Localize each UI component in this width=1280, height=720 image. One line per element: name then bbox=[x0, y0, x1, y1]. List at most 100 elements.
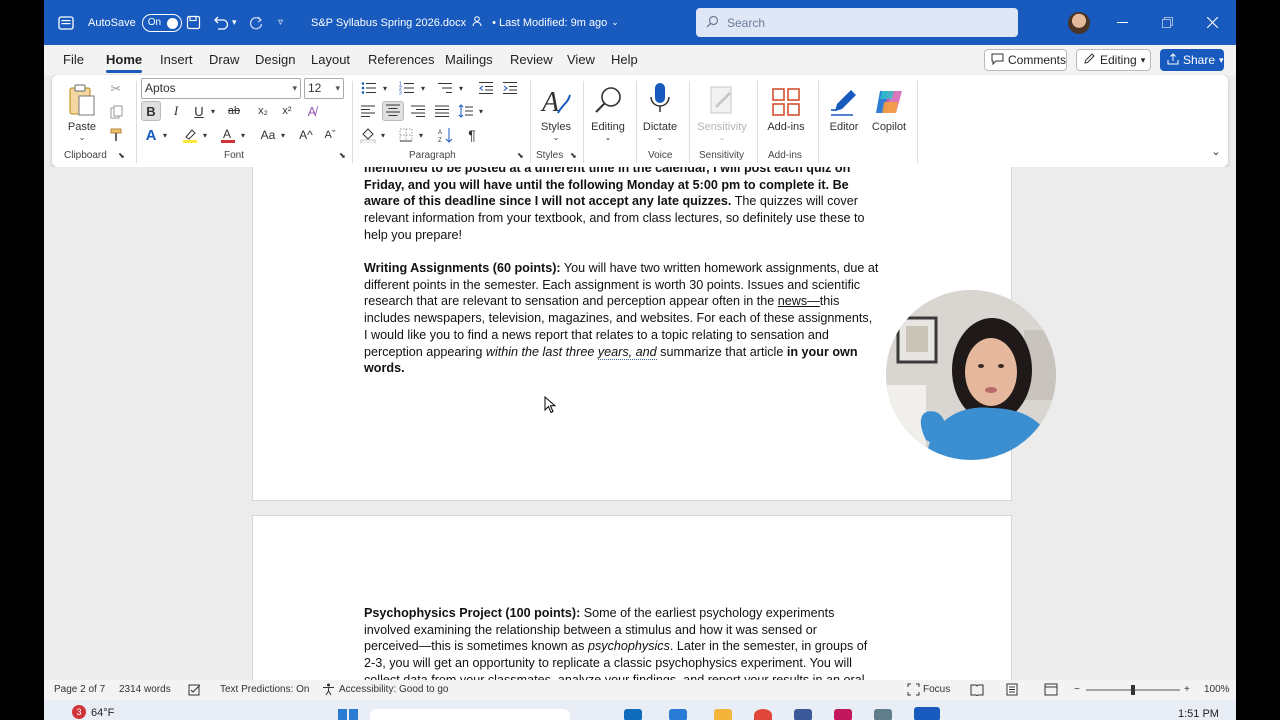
bold-button[interactable]: B bbox=[141, 101, 161, 121]
shading-icon[interactable] bbox=[358, 125, 378, 145]
chevron-down-icon[interactable]: ▾ bbox=[200, 125, 210, 145]
customize-qat-icon[interactable]: ▿ bbox=[278, 0, 283, 45]
addins-button[interactable]: Add-ins bbox=[762, 79, 810, 133]
clear-formatting-icon[interactable]: A̸ bbox=[302, 101, 322, 121]
minimize-icon[interactable] bbox=[1100, 0, 1145, 45]
focus-mode-label[interactable]: Focus bbox=[923, 680, 950, 700]
last-modified[interactable]: • Last Modified: 9m ago bbox=[492, 17, 607, 29]
copilot-button[interactable]: Copilot bbox=[866, 79, 912, 133]
page-count[interactable]: Page 2 of 7 bbox=[54, 680, 105, 700]
align-center-button[interactable] bbox=[382, 101, 404, 121]
multilevel-list-icon[interactable] bbox=[434, 78, 456, 98]
sensitivity-button[interactable]: Sensitivity ⌄ bbox=[692, 79, 752, 142]
editing-button[interactable]: Editing ⌄ bbox=[586, 79, 630, 142]
tab-layout[interactable]: Layout bbox=[311, 45, 350, 75]
paragraph-psychophysics-project[interactable]: Psychophysics Project (100 points): Some… bbox=[364, 605, 904, 680]
weather-temperature[interactable]: 64°F bbox=[91, 707, 114, 719]
dictate-button[interactable]: Dictate ⌄ bbox=[640, 79, 680, 142]
taskbar-app-icon[interactable] bbox=[669, 709, 687, 720]
taskbar-search[interactable] bbox=[370, 709, 570, 720]
document-canvas[interactable]: mentioned to be posted at a different ti… bbox=[44, 167, 1236, 680]
zoom-out-icon[interactable]: − bbox=[1074, 680, 1080, 700]
align-left-icon[interactable] bbox=[358, 101, 378, 121]
share-button[interactable]: Share ▾ bbox=[1160, 49, 1224, 71]
print-layout-icon[interactable] bbox=[1006, 680, 1018, 700]
chevron-down-icon[interactable]: ▾ bbox=[416, 125, 426, 145]
tab-mailings[interactable]: Mailings bbox=[445, 45, 493, 75]
redo-icon[interactable] bbox=[248, 0, 264, 45]
taskbar-app-icon[interactable] bbox=[714, 709, 732, 720]
show-formatting-icon[interactable]: ¶ bbox=[462, 125, 482, 145]
comments-button[interactable]: Comments bbox=[984, 49, 1067, 71]
web-layout-icon[interactable] bbox=[1044, 680, 1058, 700]
italic-icon[interactable]: I bbox=[166, 101, 186, 121]
underline-icon[interactable]: U bbox=[189, 101, 209, 121]
chevron-down-icon[interactable]: ⌄ bbox=[79, 133, 86, 142]
copy-icon[interactable] bbox=[106, 102, 126, 122]
collapse-ribbon-icon[interactable]: ⌄ bbox=[1208, 143, 1224, 159]
chevron-down-icon[interactable]: ▾ bbox=[208, 101, 218, 121]
taskbar-word-icon[interactable] bbox=[914, 707, 940, 720]
numbering-icon[interactable]: 123 bbox=[396, 78, 418, 98]
account-avatar[interactable] bbox=[1068, 12, 1090, 34]
format-painter-icon[interactable] bbox=[106, 125, 126, 145]
tab-references[interactable]: References bbox=[368, 45, 434, 75]
chevron-down-icon[interactable]: ▾ bbox=[380, 78, 390, 98]
paragraph-quizzes[interactable]: mentioned to be posted at a different ti… bbox=[364, 167, 904, 244]
proofing-icon[interactable] bbox=[188, 680, 204, 700]
dialog-launcher-icon[interactable]: ⬊ bbox=[339, 151, 346, 160]
clock-time[interactable]: 1:51 PM bbox=[1178, 708, 1219, 720]
tab-insert[interactable]: Insert bbox=[160, 45, 193, 75]
superscript-icon[interactable]: x² bbox=[276, 101, 298, 121]
decrease-indent-icon[interactable] bbox=[476, 78, 496, 98]
line-spacing-icon[interactable] bbox=[456, 101, 476, 121]
word-app-icon[interactable] bbox=[58, 0, 74, 45]
paste-button[interactable]: Paste ⌄ bbox=[64, 79, 100, 142]
sort-icon[interactable]: AZ bbox=[436, 125, 456, 145]
word-count[interactable]: 2314 words bbox=[119, 680, 171, 700]
taskbar-app-icon[interactable] bbox=[794, 709, 812, 720]
zoom-in-icon[interactable]: + bbox=[1184, 680, 1190, 700]
dialog-launcher-icon[interactable]: ⬊ bbox=[517, 151, 524, 160]
chevron-down-icon[interactable]: ▾ bbox=[238, 125, 248, 145]
borders-icon[interactable] bbox=[396, 125, 416, 145]
subscript-icon[interactable]: x₂ bbox=[252, 101, 274, 121]
paragraph-writing-assignments[interactable]: Writing Assignments (60 points): You wil… bbox=[364, 260, 904, 377]
font-name-combo[interactable]: Aptos ▾ bbox=[141, 78, 301, 99]
document-page[interactable]: Psychophysics Project (100 points): Some… bbox=[252, 515, 1012, 680]
chevron-down-icon[interactable]: ▾ bbox=[418, 78, 428, 98]
webcam-overlay[interactable] bbox=[886, 290, 1056, 460]
text-predictions-status[interactable]: Text Predictions: On bbox=[220, 680, 309, 700]
highlight-icon[interactable] bbox=[180, 125, 200, 145]
tab-design[interactable]: Design bbox=[255, 45, 295, 75]
save-icon[interactable] bbox=[186, 0, 201, 45]
editor-button[interactable]: Editor bbox=[824, 79, 864, 133]
dialog-launcher-icon[interactable]: ⬊ bbox=[118, 151, 125, 160]
tab-home[interactable]: Home bbox=[106, 45, 143, 75]
document-title[interactable]: S&P Syllabus Spring 2026.docx bbox=[311, 17, 466, 29]
undo-icon[interactable] bbox=[212, 0, 230, 45]
dialog-launcher-icon[interactable]: ⬊ bbox=[570, 151, 577, 160]
cut-icon[interactable]: ✂ bbox=[106, 79, 126, 99]
chevron-down-icon[interactable]: ⌄ bbox=[611, 17, 619, 28]
close-icon[interactable] bbox=[1190, 0, 1235, 45]
chevron-down-icon[interactable]: ▾ bbox=[476, 101, 486, 121]
taskbar-app-icon[interactable] bbox=[624, 709, 642, 720]
bullets-icon[interactable] bbox=[358, 78, 380, 98]
taskbar-app-icon[interactable] bbox=[754, 709, 772, 720]
search-box[interactable]: Search bbox=[696, 8, 1018, 37]
editing-mode-button[interactable]: Editing ▾ bbox=[1076, 49, 1151, 71]
restore-icon[interactable] bbox=[1145, 0, 1190, 45]
tab-file[interactable]: File bbox=[63, 45, 84, 75]
read-mode-icon[interactable] bbox=[970, 680, 984, 700]
taskbar-app-icon[interactable] bbox=[834, 709, 852, 720]
taskbar-app-icon[interactable] bbox=[874, 709, 892, 720]
change-case-icon[interactable]: Aa bbox=[256, 125, 280, 145]
text-effects-icon[interactable]: A bbox=[141, 125, 161, 145]
tab-draw[interactable]: Draw bbox=[209, 45, 239, 75]
start-icon[interactable] bbox=[338, 708, 358, 720]
grow-font-icon[interactable]: A^ bbox=[296, 125, 316, 145]
justify-icon[interactable] bbox=[432, 101, 452, 121]
tab-review[interactable]: Review bbox=[510, 45, 553, 75]
chevron-down-icon[interactable]: ▾ bbox=[378, 125, 388, 145]
